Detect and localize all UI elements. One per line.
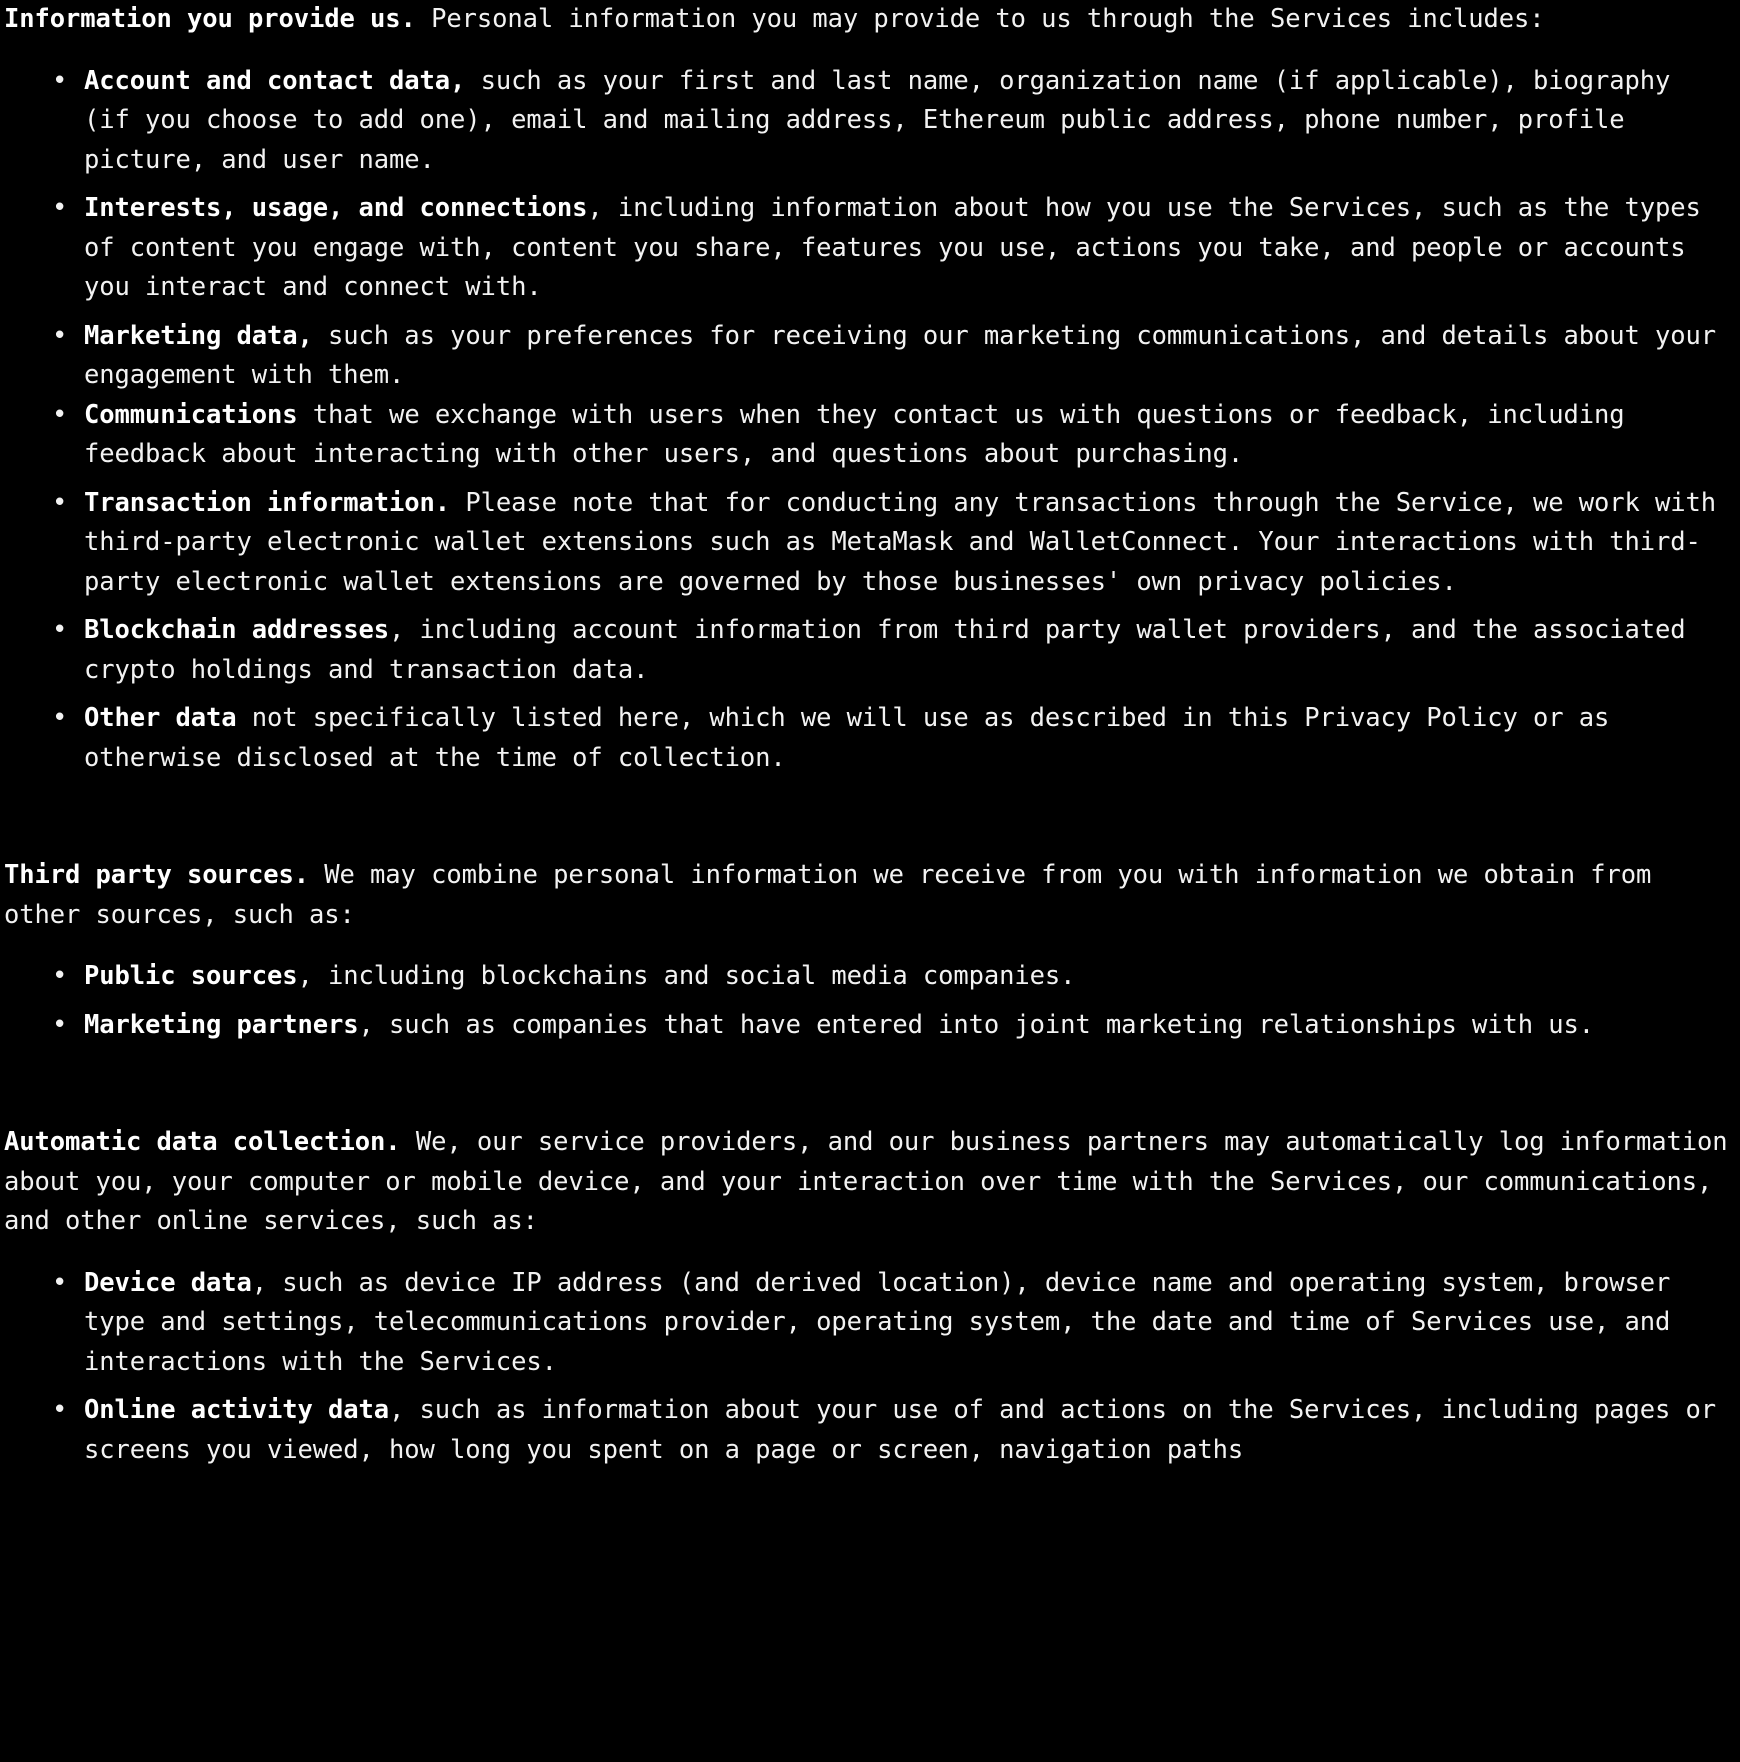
information-you-provide-bullet-list: • Account and contact data, such as your …	[0, 62, 1740, 779]
list-item-lead: Public sources	[84, 961, 298, 991]
list-item: • Device data, such as device IP address …	[0, 1264, 1740, 1383]
list-item-lead: Transaction information.	[84, 487, 451, 518]
list-item-lead: Interests, usage, and connections	[84, 193, 588, 223]
bullet-dot-icon: •	[52, 487, 68, 518]
privacy-policy-page: Information you provide us. Personal inf…	[0, 0, 1740, 1762]
bullet-dot-icon: •	[52, 193, 68, 223]
list-item-lead: Communications	[84, 399, 298, 430]
section-intro-automatic-data-collection: Automatic data collection. We, our servi…	[0, 1123, 1740, 1242]
bullet-dot-icon: •	[52, 703, 68, 733]
section-lead-third-party-sources: Third party sources.	[4, 860, 310, 890]
list-item: • Other data not specifically listed here…	[0, 699, 1740, 778]
automatic-data-collection-bullet-list: • Device data, such as device IP address …	[0, 1264, 1740, 1471]
list-item: • Interests, usage, and connections, incl…	[0, 189, 1740, 308]
list-item: • Communications that we exchange with us…	[0, 396, 1740, 475]
list-item-lead: Online activity data	[84, 1395, 390, 1425]
third-party-sources-bullet-list: • Public sources, including blockchains a…	[0, 957, 1740, 1045]
list-item: • Marketing partners, such as companies t…	[0, 1006, 1740, 1046]
list-item-body: such as your preferences for receiving o…	[84, 320, 1717, 391]
list-item-lead: Account and contact data,	[84, 65, 466, 96]
section-intro-information-you-provide: Information you provide us. Personal inf…	[0, 0, 1740, 40]
list-item-body: , such as companies that have entered in…	[358, 1009, 1595, 1040]
list-item: • Online activity data, such as informati…	[0, 1391, 1740, 1470]
section-lead-automatic-data-collection: Automatic data collection.	[4, 1127, 401, 1157]
section-intro-third-party-sources: Third party sources. We may combine pers…	[0, 856, 1740, 935]
list-item-lead: Marketing data,	[84, 320, 313, 351]
bullet-dot-icon: •	[52, 399, 68, 430]
list-item: • Account and contact data, such as your …	[0, 62, 1740, 181]
list-item-lead: Device data	[84, 1267, 252, 1298]
list-item-lead: Blockchain addresses	[84, 615, 390, 645]
list-item: • Marketing data, such as your preference…	[0, 317, 1740, 396]
list-item-body: not specifically listed here, which we w…	[84, 703, 1610, 773]
bullet-dot-icon: •	[52, 1009, 68, 1040]
list-item-lead: Marketing partners	[84, 1009, 359, 1040]
bullet-dot-icon: •	[52, 320, 68, 351]
bullet-dot-icon: •	[52, 1267, 68, 1298]
bullet-dot-icon: •	[52, 615, 68, 645]
list-item-body: that we exchange with users when they co…	[84, 399, 1625, 470]
bullet-dot-icon: •	[52, 65, 68, 96]
bullet-dot-icon: •	[52, 1395, 68, 1425]
list-item: • Public sources, including blockchains a…	[0, 957, 1740, 997]
list-item-lead: Other data	[84, 703, 237, 733]
section-body-information-you-provide: Personal information you may provide to …	[415, 4, 1545, 34]
list-item-body: , such as device IP address (and derived…	[84, 1267, 1671, 1377]
section-lead-information-you-provide: Information you provide us.	[4, 4, 416, 34]
list-item: • Transaction information. Please note th…	[0, 484, 1740, 603]
list-item-body: , including blockchains and social media…	[297, 961, 1076, 991]
bullet-dot-icon: •	[52, 961, 68, 991]
list-item: • Blockchain addresses, including account…	[0, 611, 1740, 690]
